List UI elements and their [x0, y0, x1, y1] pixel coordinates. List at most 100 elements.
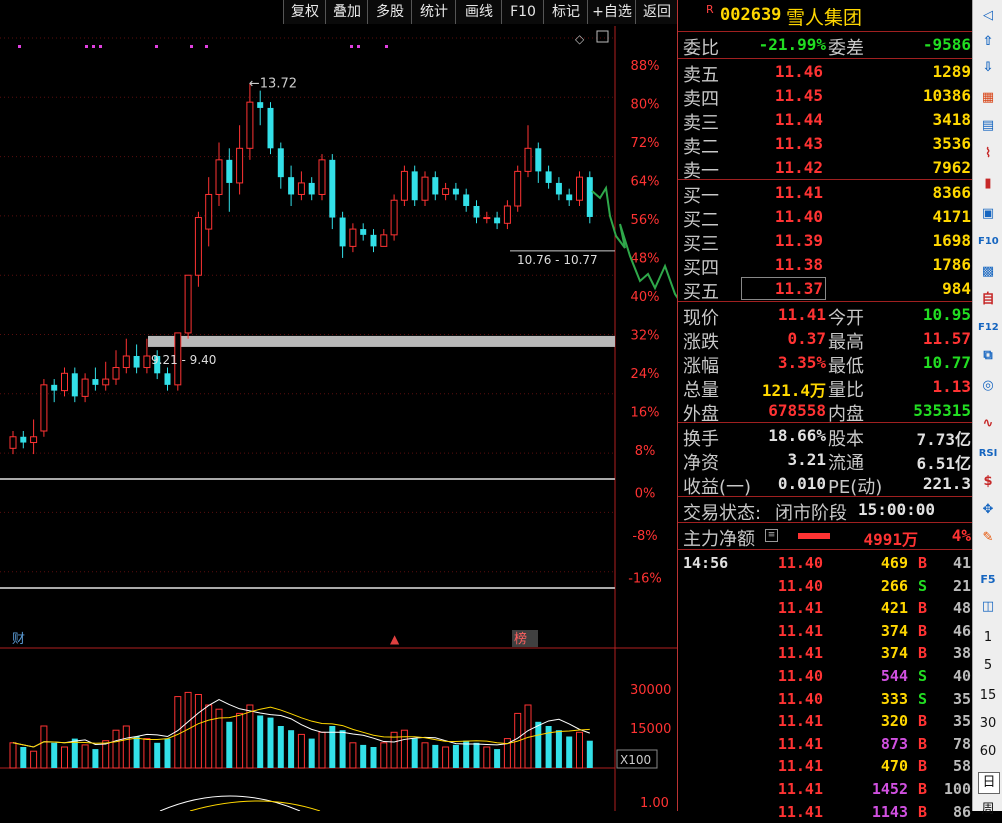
stat-row: 换手 18.66% 股本 7.73亿 [678, 424, 973, 450]
level-price[interactable]: 11.37 [741, 277, 826, 300]
finance-marker[interactable]: 财 [12, 632, 25, 647]
candle-chart-icon[interactable]: ▮ [978, 174, 998, 194]
pct-tick: 88% [631, 59, 660, 74]
tick-price: 11.40 [777, 689, 823, 708]
arrow-down-icon[interactable]: ⇩ [978, 58, 998, 78]
stat-value: 10.77 [922, 353, 971, 372]
level-price[interactable]: 11.46 [741, 62, 823, 81]
tick-price: 11.40 [777, 667, 823, 685]
volume-bar [9, 742, 17, 769]
rsi-icon[interactable]: RSI [978, 444, 998, 464]
restore-rights-button[interactable]: 复权 [283, 0, 326, 24]
multi-stock-button[interactable]: 多股 [367, 0, 412, 24]
volume-bar [267, 717, 274, 768]
f10-button[interactable]: F10 [501, 0, 544, 24]
volume-bar [194, 694, 202, 769]
volume-bar [370, 747, 377, 768]
period-60-button[interactable]: 60 [978, 742, 998, 762]
level-price[interactable]: 11.38 [741, 255, 823, 274]
candle-body [483, 217, 491, 220]
volume-bar [143, 738, 151, 769]
stat-value: 7.73亿 [916, 430, 971, 449]
volume-bar [205, 704, 213, 769]
grid-icon[interactable]: ▩ [978, 262, 998, 282]
pct-tick: -16% [628, 572, 662, 587]
volume-tick: 15000 [630, 722, 671, 737]
level-price[interactable]: 11.42 [741, 158, 823, 177]
candle-body [442, 188, 450, 195]
period-week-button[interactable]: 周 [978, 800, 998, 820]
window-icon[interactable]: ▣ [978, 204, 998, 224]
pct-tick: 40% [631, 290, 660, 305]
volume-bar [133, 736, 140, 768]
multi-window-icon[interactable]: ⧉ [978, 346, 998, 366]
divider [678, 31, 973, 32]
level-price[interactable]: 11.43 [741, 134, 823, 153]
level-volume: 984 [942, 279, 971, 298]
window-toggle-icon[interactable] [596, 30, 609, 43]
kline-chart[interactable]: 88% 80% 72% 64% 56% 48% 40% 32% 24% 16% 8% 0% -8% -16… [0, 26, 776, 812]
arrow-up-icon[interactable]: ⇧ [978, 32, 998, 52]
line-chart-icon[interactable]: ⌇ [978, 144, 998, 164]
stat-row: 外盘 678558 内盘 535315 [678, 399, 973, 425]
volume-bar [92, 749, 99, 768]
level-price[interactable]: 11.44 [741, 110, 823, 129]
order-book-row: 卖二 11.43 3536 [678, 132, 973, 158]
volume-bar [257, 715, 264, 768]
volume-bar [411, 738, 418, 768]
f5-icon[interactable]: F5 [978, 570, 998, 590]
stat-row: 净资 3.21 流通 6.51亿 [678, 448, 973, 474]
trade-status-row: 交易状态: 闭市阶段 15:00:00 [678, 498, 973, 524]
list-icon[interactable]: ≡ [765, 529, 778, 542]
tick-volume: 1452 [871, 780, 908, 798]
f10-icon[interactable]: F10 [978, 232, 999, 252]
arrow-left-icon[interactable]: ◁ [978, 6, 998, 26]
diamond-icon[interactable]: ◇ [575, 32, 585, 46]
f12-icon[interactable]: F12 [978, 318, 999, 338]
table-icon[interactable]: ▤ [978, 116, 998, 136]
split-icon[interactable]: ◫ [978, 597, 998, 617]
macd-line [159, 795, 301, 812]
tick-count: 40 [952, 667, 971, 685]
candle-body [400, 170, 408, 201]
up-arrow-icon: ▲ [390, 632, 400, 646]
candle-body [380, 234, 388, 247]
draw-line-button[interactable]: 画线 [455, 0, 502, 24]
back-button[interactable]: 返回 [635, 0, 678, 24]
stat-value: 678558 [768, 401, 826, 420]
period-30-button[interactable]: 30 [978, 714, 998, 734]
tick-volume: 544 [880, 667, 908, 685]
period-5-button[interactable]: 5 [978, 656, 998, 676]
add-favorite-button[interactable]: +自选 [587, 0, 636, 24]
period-day-button[interactable]: 日 [978, 772, 1000, 794]
weicha-value: -9586 [922, 35, 971, 54]
level-price[interactable]: 11.45 [741, 86, 823, 105]
pct-tick: 0% [635, 487, 656, 502]
ranking-marker[interactable]: 榜 [514, 631, 527, 647]
volume-bar [81, 744, 89, 769]
stat-row: 总量 121.4万 量比 1.13 [678, 375, 973, 401]
wave-icon[interactable]: ∿ [978, 414, 998, 434]
order-book-row: 买五 11.37 984 [678, 277, 973, 303]
custom-icon[interactable]: 自 [978, 290, 998, 310]
mark-button[interactable]: 标记 [543, 0, 588, 24]
pencil-icon[interactable]: ✎ [978, 528, 998, 548]
period-1-button[interactable]: 1 [978, 628, 998, 648]
circle-icon[interactable]: ◎ [978, 376, 998, 396]
overlay-button[interactable]: 叠加 [325, 0, 368, 24]
chart-canvas[interactable]: 88% 80% 72% 64% 56% 48% 40% 32% 24% 16% 8% 0% -8% -16… [0, 26, 776, 812]
level-price[interactable]: 11.41 [741, 183, 823, 202]
stat-value: 3.35% [777, 353, 826, 372]
calendar-icon[interactable]: ▦ [978, 88, 998, 108]
move-icon[interactable]: ✥ [978, 500, 998, 520]
period-15-button[interactable]: 15 [978, 686, 998, 706]
tick-side: B [918, 734, 928, 753]
candle-body [164, 373, 171, 385]
candle-body [318, 159, 326, 195]
level-volume: 8366 [932, 183, 971, 202]
statistics-button[interactable]: 统计 [411, 0, 456, 24]
volume-bar [236, 712, 244, 769]
level-price[interactable]: 11.39 [741, 231, 823, 250]
dollar-icon[interactable]: $ [978, 472, 998, 492]
level-price[interactable]: 11.40 [741, 207, 823, 226]
